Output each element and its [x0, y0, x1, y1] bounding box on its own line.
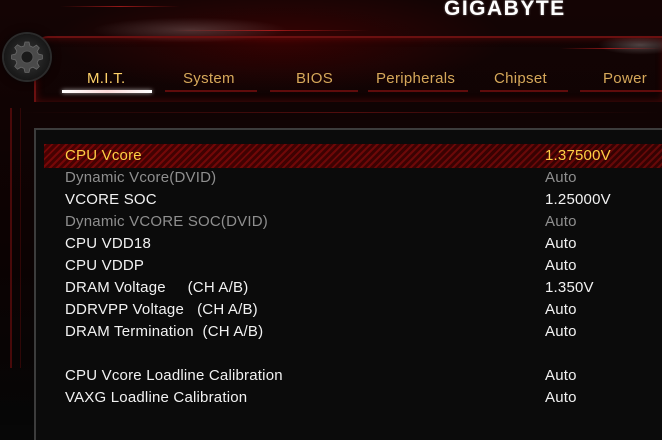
setting-value[interactable]: Auto [545, 235, 577, 252]
setting-value[interactable]: Auto [545, 257, 577, 274]
tab-peripherals[interactable]: Peripherals [376, 70, 455, 87]
setting-row-cpu-vcore[interactable]: CPU Vcore 1.37500V [0, 145, 662, 167]
tab-underline [165, 90, 257, 92]
tab-system[interactable]: System [183, 70, 235, 87]
tab-underline [368, 90, 468, 92]
setting-value[interactable]: 1.37500V [545, 147, 611, 164]
setting-row-cpu-vcore-llc[interactable]: CPU Vcore Loadline Calibration Auto [0, 365, 662, 387]
setting-label: DRAM Voltage (CH A/B) [65, 279, 249, 296]
main-tabs: M.I.T. System BIOS Peripherals Chipset P… [0, 66, 662, 96]
brand-logo: GIGABYTE [444, 0, 566, 20]
decor-streak [60, 6, 180, 7]
tab-underline [580, 90, 662, 92]
setting-row-dynamic-vcore-soc[interactable]: Dynamic VCORE SOC(DVID) Auto [0, 211, 662, 233]
setting-label: DRAM Termination (CH A/B) [65, 323, 264, 340]
setting-label: DDRVPP Voltage (CH A/B) [65, 301, 258, 318]
setting-value[interactable]: Auto [545, 389, 577, 406]
setting-label: CPU Vcore [65, 147, 142, 164]
tab-underline [270, 90, 358, 92]
tab-bios[interactable]: BIOS [296, 70, 333, 87]
setting-value[interactable]: Auto [545, 367, 577, 384]
setting-value[interactable]: Auto [545, 323, 577, 340]
setting-label: CPU VDDP [65, 257, 145, 274]
setting-label: Dynamic Vcore(DVID) [65, 169, 217, 186]
setting-value[interactable]: Auto [545, 213, 577, 230]
tab-chipset[interactable]: Chipset [494, 70, 547, 87]
setting-value[interactable]: Auto [545, 301, 577, 318]
decor-streak [170, 30, 370, 31]
setting-label: Dynamic VCORE SOC(DVID) [65, 213, 268, 230]
setting-value[interactable]: 1.25000V [545, 191, 611, 208]
setting-label: CPU VDD18 [65, 235, 151, 252]
setting-row-vaxg-llc[interactable]: VAXG Loadline Calibration Auto [0, 387, 662, 409]
setting-row-dram-voltage[interactable]: DRAM Voltage (CH A/B) 1.350V [0, 277, 662, 299]
setting-row-cpu-vddp[interactable]: CPU VDDP Auto [0, 255, 662, 277]
tab-underline [480, 90, 568, 92]
setting-value[interactable]: Auto [545, 169, 577, 186]
setting-row-cpu-vdd18[interactable]: CPU VDD18 Auto [0, 233, 662, 255]
setting-row-vcore-soc[interactable]: VCORE SOC 1.25000V [0, 189, 662, 211]
setting-label: CPU Vcore Loadline Calibration [65, 367, 283, 384]
setting-row-ddrvpp-voltage[interactable]: DDRVPP Voltage (CH A/B) Auto [0, 299, 662, 321]
decor-streak [20, 112, 660, 113]
setting-label: VCORE SOC [65, 191, 157, 208]
tab-power[interactable]: Power [603, 70, 647, 87]
setting-value[interactable]: 1.350V [545, 279, 594, 296]
setting-label: VAXG Loadline Calibration [65, 389, 248, 406]
setting-row-dynamic-vcore[interactable]: Dynamic Vcore(DVID) Auto [0, 167, 662, 189]
tab-active-indicator [62, 90, 152, 93]
tab-mit[interactable]: M.I.T. [87, 70, 125, 87]
setting-row-dram-termination[interactable]: DRAM Termination (CH A/B) Auto [0, 321, 662, 343]
